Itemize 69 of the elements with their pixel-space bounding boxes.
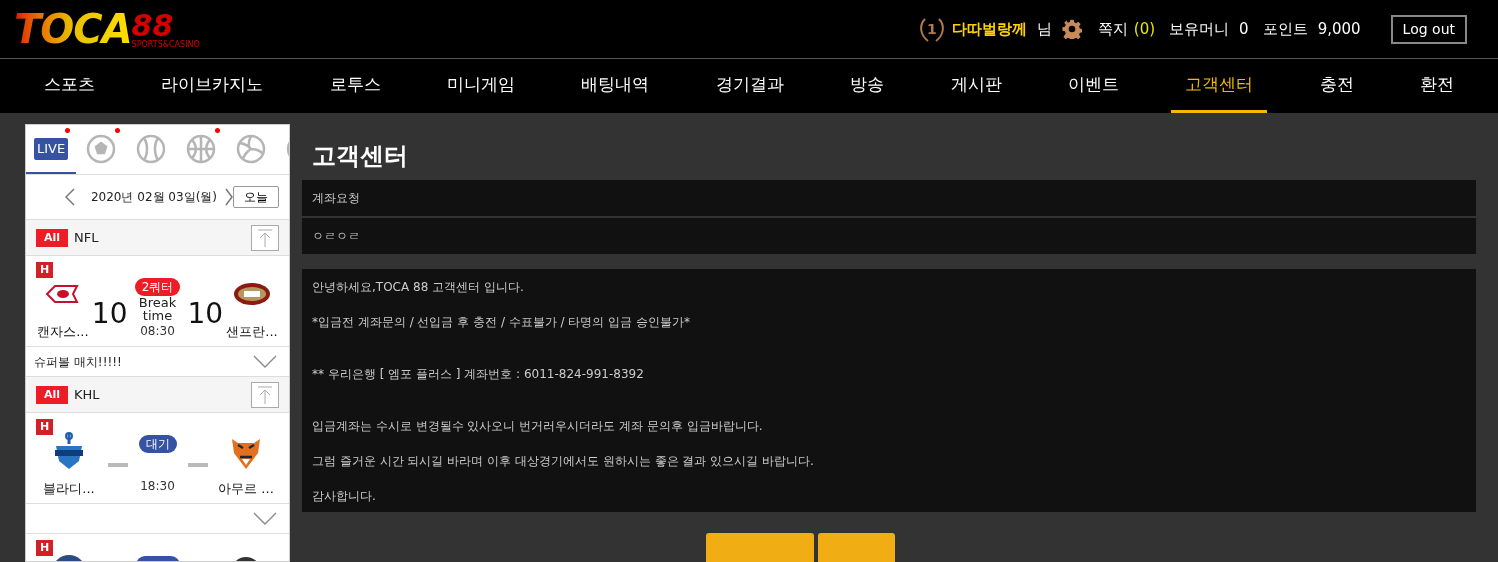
- today-button[interactable]: 오늘: [233, 186, 279, 208]
- game-time: 18:30: [140, 478, 175, 495]
- phase-text: Break time: [137, 296, 178, 322]
- dash-icon: [107, 463, 128, 467]
- message-text: 안녕하세요,TOCA 88 고객센터 입니다.: [312, 279, 525, 296]
- logout-button[interactable]: Log out: [1390, 14, 1467, 44]
- nav-tab[interactable]: 경기결과: [701, 59, 798, 113]
- nav-tab[interactable]: 라이브카지노: [147, 59, 278, 113]
- logo-tagline: SPORTS&CASINO: [131, 41, 200, 49]
- nav-tab[interactable]: 이벤트: [1053, 59, 1133, 113]
- nav-tab[interactable]: 고객센터: [1171, 59, 1268, 113]
- nav-tab[interactable]: 환전: [1405, 59, 1468, 113]
- league-name: KHL: [74, 385, 101, 404]
- points-label: 포인트: [1262, 18, 1308, 40]
- team-name: 아무르 ...: [218, 480, 274, 498]
- hot-badge: H: [36, 419, 54, 435]
- live-badge: LIVE: [33, 137, 69, 160]
- logo-number: 88: [131, 11, 174, 41]
- baseball-icon: [135, 132, 167, 165]
- chevron-down-icon[interactable]: [253, 511, 277, 526]
- volleyball-icon: [235, 132, 267, 165]
- team-name: 샌프란...: [226, 323, 278, 341]
- nav-tab[interactable]: 충전: [1305, 59, 1368, 113]
- game-note: 슈퍼볼 매치!!!!!: [34, 353, 122, 371]
- scroll-top-icon[interactable]: [251, 381, 279, 408]
- nav-tab[interactable]: 로투스: [315, 59, 395, 113]
- all-badge: All: [36, 385, 69, 404]
- message-text: 감사합니다.: [312, 488, 377, 504]
- rank-number: 1: [927, 19, 937, 39]
- previous-icon[interactable]: [64, 188, 75, 206]
- game-time: 08:30: [140, 323, 175, 340]
- dash-icon: [187, 463, 208, 467]
- settings-icon[interactable]: [1061, 19, 1082, 39]
- nav-tab[interactable]: 배팅내역: [567, 59, 664, 113]
- team-name: 캔자스...: [37, 323, 89, 341]
- chevron-down-icon[interactable]: [253, 354, 277, 369]
- money-value: 0: [1239, 18, 1249, 40]
- score: 10: [187, 300, 224, 328]
- message-text: 입금계좌는 수시로 변경될수 있사오니 번거러우시더라도 계좌 문의후 입금바랍니다.: [312, 418, 764, 435]
- form-field: 계좌요청: [302, 180, 1476, 216]
- scroll-top-icon[interactable]: [251, 224, 279, 251]
- message-text: 그럼 즐거운 시간 되시길 바라며 이후 대상경기에서도 원하시는 좋은 결과 있으시길 바랍니다.: [312, 453, 815, 470]
- message-count: (0): [1133, 18, 1156, 40]
- next-icon[interactable]: [225, 188, 233, 206]
- message-text: ** 우리은행 [ 엠포 플러스 ] 계좌번호 : 6011-824-991-8392: [312, 366, 645, 383]
- status-badge: 2쿼터: [134, 278, 181, 296]
- page-title: 고객센터: [311, 141, 409, 172]
- team-name: 블라디...: [43, 480, 95, 498]
- money-label: 보유머니: [1169, 18, 1230, 40]
- nav-tab[interactable]: 스포츠: [30, 59, 109, 113]
- league-name: NFL: [74, 228, 100, 247]
- messages-link[interactable]: 쪽지: [1097, 17, 1128, 41]
- honorific: 님: [1036, 18, 1052, 40]
- hot-badge: H: [36, 262, 54, 278]
- status-badge: 대기: [138, 435, 177, 453]
- score: 10: [91, 300, 128, 328]
- date-text: 2020년 02월 03일(월): [90, 189, 217, 206]
- soccer-ball-icon: [85, 132, 117, 165]
- nav-tab[interactable]: 미니게임: [433, 59, 530, 113]
- sport-tab[interactable]: LIVE: [26, 125, 76, 174]
- form-field: ㅇㄹㅇㄹ: [302, 218, 1476, 254]
- all-badge: All: [36, 228, 69, 247]
- basketball-icon: [185, 132, 217, 165]
- points-value: 9,000: [1317, 18, 1361, 40]
- nickname: 다따벌랑께: [951, 18, 1027, 40]
- nav-tab[interactable]: 게시판: [936, 59, 1016, 113]
- message-text: *입금전 계좌문의 / 선입금 후 충전 / 수표불가 / 타명의 입금 승인불가*: [312, 314, 692, 331]
- hot-badge: H: [36, 540, 54, 556]
- nav-tab[interactable]: 방송: [836, 59, 899, 113]
